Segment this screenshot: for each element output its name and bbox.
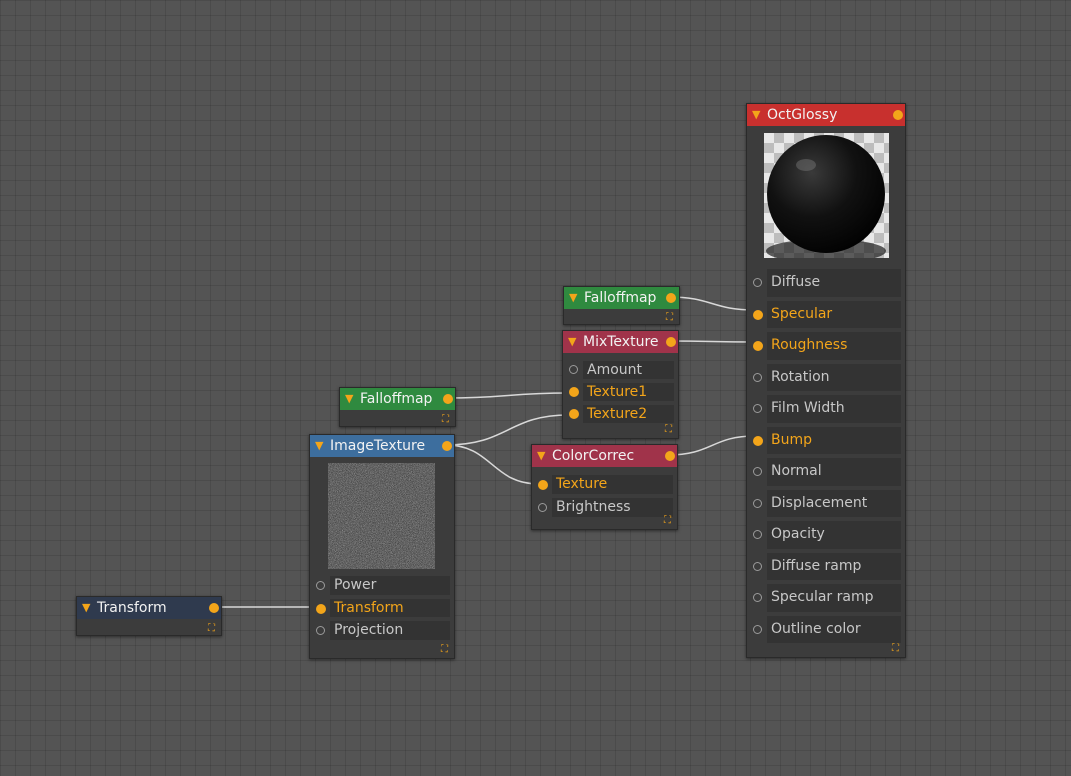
input-bump[interactable]: Bump bbox=[747, 425, 905, 457]
falloffmap-header[interactable]: ▼ Falloffmap bbox=[564, 287, 679, 309]
collapse-triangle-icon[interactable]: ▼ bbox=[569, 287, 577, 309]
octglossy-header[interactable]: ▼ OctGlossy bbox=[747, 104, 905, 126]
input-port-icon[interactable] bbox=[753, 561, 762, 571]
input-port-icon[interactable] bbox=[753, 372, 762, 382]
output-port[interactable] bbox=[665, 451, 675, 461]
output-port[interactable] bbox=[666, 337, 676, 347]
input-port-icon[interactable] bbox=[569, 387, 579, 397]
output-port[interactable] bbox=[442, 441, 452, 451]
input-port-icon[interactable] bbox=[316, 581, 325, 590]
collapse-triangle-icon[interactable]: ▼ bbox=[345, 388, 353, 410]
collapse-triangle-icon[interactable]: ▼ bbox=[568, 331, 576, 353]
input-port-icon[interactable] bbox=[316, 603, 326, 614]
node-title: ColorCorrec bbox=[552, 448, 635, 464]
expand-icon[interactable]: ⛶ bbox=[663, 424, 674, 435]
input-power[interactable]: Power bbox=[310, 574, 454, 597]
input-normal[interactable]: Normal bbox=[747, 456, 905, 488]
input-port-icon[interactable] bbox=[753, 278, 762, 287]
input-port-icon[interactable] bbox=[538, 503, 547, 512]
input-port-icon[interactable] bbox=[753, 404, 762, 413]
input-texture2[interactable]: Texture2 bbox=[563, 403, 678, 425]
input-outline-color[interactable]: Outline color bbox=[747, 614, 905, 646]
wire-colorcorrect-to-bump bbox=[667, 435, 756, 456]
octglossy-node[interactable]: ▼ OctGlossy Diffuse Specular Roughness R… bbox=[746, 103, 906, 658]
input-port-icon[interactable] bbox=[538, 480, 548, 490]
connection-wires bbox=[211, 296, 756, 608]
expand-icon[interactable]: ⛶ bbox=[890, 643, 901, 654]
node-title: ImageTexture bbox=[330, 438, 426, 454]
wire-imagetexture-to-texture bbox=[445, 444, 540, 485]
input-brightness[interactable]: Brightness bbox=[532, 496, 677, 519]
output-port[interactable] bbox=[893, 110, 903, 120]
node-title: MixTexture bbox=[583, 334, 659, 350]
imagetexture-node[interactable]: ▼ ImageTexture Power Transform Projectio… bbox=[309, 434, 455, 659]
falloffmap-node-left[interactable]: ▼ Falloffmap ⛶ bbox=[339, 387, 456, 427]
output-port[interactable] bbox=[443, 394, 453, 404]
input-texture[interactable]: Texture bbox=[532, 473, 677, 496]
input-port-icon[interactable] bbox=[753, 341, 763, 351]
transform-node[interactable]: ▼ Transform ⛶ bbox=[76, 596, 222, 636]
input-port-icon[interactable] bbox=[753, 435, 763, 446]
input-diffuse[interactable]: Diffuse bbox=[747, 267, 905, 299]
wire-falloffmap-to-texture1 bbox=[445, 392, 570, 399]
node-title: Falloffmap bbox=[360, 391, 433, 407]
colorcorrect-node[interactable]: ▼ ColorCorrec Texture Brightness ⛶ bbox=[531, 444, 678, 530]
noise-texture-preview bbox=[328, 463, 435, 569]
collapse-triangle-icon[interactable]: ▼ bbox=[82, 597, 90, 619]
input-port-icon[interactable] bbox=[753, 593, 762, 602]
falloffmap-node-top[interactable]: ▼ Falloffmap ⛶ bbox=[563, 286, 680, 325]
input-opacity[interactable]: Opacity bbox=[747, 519, 905, 551]
input-port-icon[interactable] bbox=[753, 530, 762, 539]
input-diffuse-ramp[interactable]: Diffuse ramp bbox=[747, 551, 905, 583]
falloffmap-header[interactable]: ▼ Falloffmap bbox=[340, 388, 455, 410]
input-transform[interactable]: Transform bbox=[310, 597, 454, 620]
mixtexture-node[interactable]: ▼ MixTexture Amount Texture1 Texture2 ⛶ bbox=[562, 330, 679, 439]
imagetexture-header[interactable]: ▼ ImageTexture bbox=[310, 435, 454, 457]
wire-imagetexture-to-texture2 bbox=[445, 414, 570, 446]
input-rotation[interactable]: Rotation bbox=[747, 362, 905, 394]
expand-icon[interactable]: ⛶ bbox=[662, 515, 673, 526]
input-film-width[interactable]: Film Width bbox=[747, 393, 905, 425]
input-port-icon[interactable] bbox=[753, 624, 762, 634]
input-roughness[interactable]: Roughness bbox=[747, 330, 905, 362]
input-amount[interactable]: Amount bbox=[563, 359, 678, 381]
wire-falloffmap-to-specular bbox=[668, 296, 756, 311]
wire-mixtexture-to-roughness bbox=[668, 340, 756, 343]
expand-icon[interactable]: ⛶ bbox=[440, 414, 451, 425]
input-port-icon[interactable] bbox=[569, 365, 578, 374]
output-port[interactable] bbox=[666, 293, 676, 303]
collapse-triangle-icon[interactable]: ▼ bbox=[752, 104, 760, 126]
input-texture1[interactable]: Texture1 bbox=[563, 381, 678, 403]
mixtexture-header[interactable]: ▼ MixTexture bbox=[563, 331, 678, 353]
input-specular-ramp[interactable]: Specular ramp bbox=[747, 582, 905, 614]
expand-icon[interactable]: ⛶ bbox=[206, 623, 217, 634]
colorcorrect-header[interactable]: ▼ ColorCorrec bbox=[532, 445, 677, 467]
node-title: Falloffmap bbox=[584, 290, 657, 306]
output-port[interactable] bbox=[209, 603, 219, 613]
expand-icon[interactable]: ⛶ bbox=[664, 312, 675, 323]
transform-header[interactable]: ▼ Transform bbox=[77, 597, 221, 619]
input-port-icon[interactable] bbox=[569, 409, 579, 419]
node-title: Transform bbox=[97, 600, 167, 616]
input-specular[interactable]: Specular bbox=[747, 299, 905, 331]
collapse-triangle-icon[interactable]: ▼ bbox=[537, 445, 545, 467]
input-projection[interactable]: Projection bbox=[310, 619, 454, 642]
collapse-triangle-icon[interactable]: ▼ bbox=[315, 435, 323, 457]
input-port-icon[interactable] bbox=[753, 498, 762, 508]
expand-icon[interactable]: ⛶ bbox=[439, 644, 450, 655]
material-preview-sphere bbox=[764, 133, 889, 258]
input-displacement[interactable]: Displacement bbox=[747, 488, 905, 520]
node-title: OctGlossy bbox=[767, 107, 838, 123]
input-port-icon[interactable] bbox=[753, 467, 762, 476]
input-port-icon[interactable] bbox=[316, 626, 325, 635]
input-port-icon[interactable] bbox=[753, 309, 763, 320]
